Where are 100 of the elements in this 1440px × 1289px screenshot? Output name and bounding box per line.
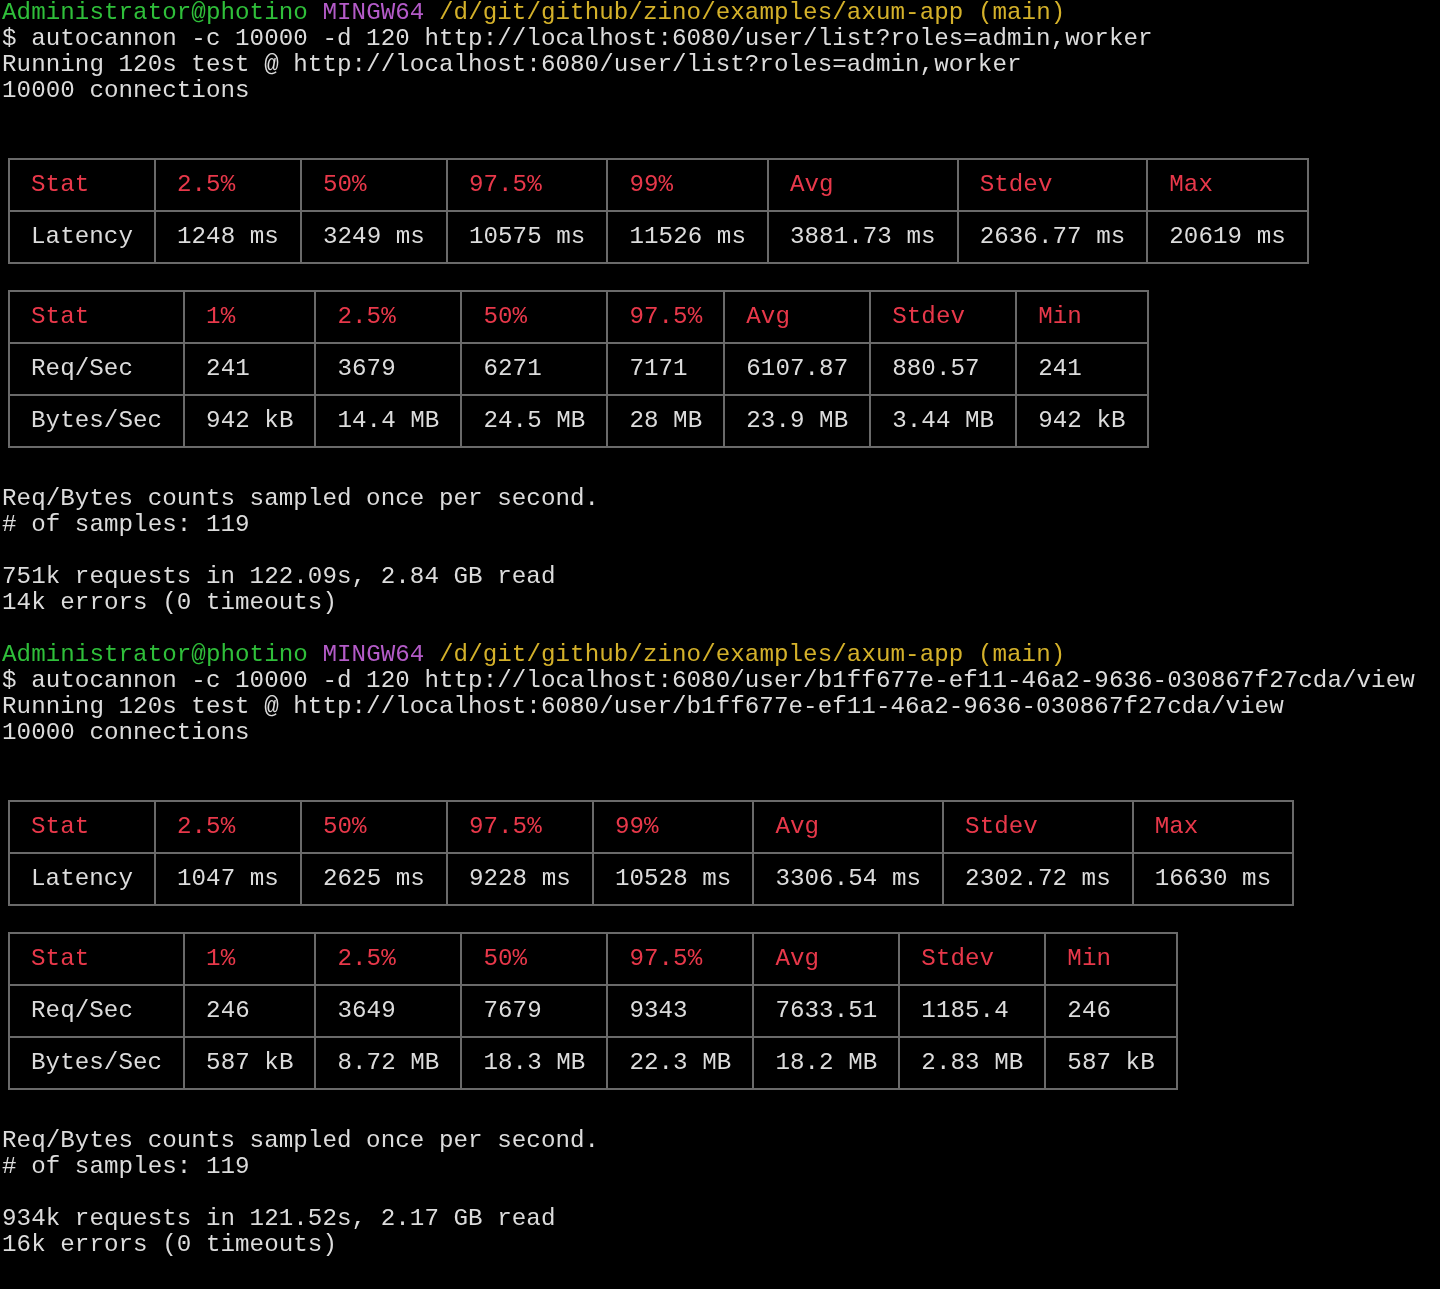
prompt-text: (main): [977, 0, 1066, 26]
table-cell: Latency: [9, 211, 155, 263]
header-cell: Min: [1045, 933, 1177, 985]
header-cell: 97.5%: [446, 801, 593, 853]
prompt-text: Administrator@photino: [2, 641, 308, 668]
header-cell: 1%: [184, 291, 316, 343]
header-cell: Avg: [753, 933, 900, 985]
prompt-text: MINGW64: [322, 0, 425, 26]
header-cell: Stat: [9, 291, 185, 343]
header-cell: 97.5%: [446, 159, 608, 211]
table-cell: 3.44 MB: [870, 395, 1017, 447]
header-cell: Max: [1132, 801, 1294, 853]
table-cell: Bytes/Sec: [9, 1037, 185, 1089]
header-cell: Stdev: [870, 291, 1017, 343]
output-line: 10000 connections: [2, 78, 251, 104]
header-cell: 97.5%: [607, 291, 725, 343]
header-cell: Min: [1016, 291, 1148, 343]
table-cell: 3306.54 ms: [753, 853, 944, 905]
header-cell: Stat: [9, 159, 155, 211]
header-cell: Stdev: [957, 159, 1148, 211]
output-line: Req/Bytes counts sampled once per second.: [2, 486, 601, 512]
table-cell: 9343: [607, 985, 754, 1037]
table-cell: 23.9 MB: [724, 395, 871, 447]
header-cell: 1%: [184, 933, 316, 985]
table-cell: 246: [184, 985, 316, 1037]
header-cell: 50%: [461, 933, 608, 985]
table-cell: 10528 ms: [592, 853, 754, 905]
header-cell: 97.5%: [607, 933, 754, 985]
output-line: 14k errors (0 timeouts): [2, 590, 338, 616]
header-cell: 2.5%: [154, 159, 301, 211]
header-cell: Avg: [767, 159, 958, 211]
table-cell: 3649: [315, 985, 462, 1037]
output-line: Req/Bytes counts sampled once per second.: [2, 1128, 601, 1154]
header-cell: Avg: [753, 801, 944, 853]
table-cell: 587 kB: [1045, 1037, 1177, 1089]
header-cell: Max: [1147, 159, 1308, 211]
table-cell: 241: [184, 343, 316, 395]
prompt-text: MINGW64: [322, 641, 425, 668]
output-line: Running 120s test @ http://localhost:6080/user/b1ff677e-ef11-46a2-9636-030867f27cda/view: [2, 694, 1285, 720]
table-cell: 2636.77 ms: [957, 211, 1148, 263]
command-line: $ autocannon -c 10000 -d 120 http://localhost:6080/user/list?roles=admin,worker: [2, 26, 1154, 52]
table-cell: 7633.51: [753, 985, 900, 1037]
header-cell: Stat: [9, 933, 185, 985]
table-cell: 16630 ms: [1132, 853, 1294, 905]
table-cell: 942 kB: [1016, 395, 1148, 447]
table-cell: 24.5 MB: [461, 395, 608, 447]
header-cell: 50%: [461, 291, 608, 343]
table-cell: 1248 ms: [154, 211, 301, 263]
table-cell: Bytes/Sec: [9, 395, 185, 447]
prompt-text: /d/git/github/zino/examples/axum-app: [439, 641, 964, 668]
table-cell: 1047 ms: [154, 853, 301, 905]
table-cell: Req/Sec: [9, 343, 185, 395]
prompt-text: (main): [977, 641, 1066, 668]
table-cell: 6107.87: [724, 343, 871, 395]
table-cell: 18.3 MB: [461, 1037, 608, 1089]
table-cell: 587 kB: [184, 1037, 316, 1089]
output-line: 10000 connections: [2, 720, 251, 746]
prompt-text: /d/git/github/zino/examples/axum-app: [439, 0, 964, 26]
output-line: 934k requests in 121.52s, 2.17 GB read: [2, 1206, 557, 1232]
table-cell: 7171: [607, 343, 725, 395]
output-line: # of samples: 119: [2, 512, 251, 538]
table-cell: 246: [1045, 985, 1177, 1037]
header-cell: 2.5%: [315, 291, 462, 343]
table-cell: 10575 ms: [446, 211, 608, 263]
table-cell: Latency: [9, 853, 155, 905]
table-cell: 9228 ms: [446, 853, 593, 905]
table-cell: 241: [1016, 343, 1148, 395]
header-cell: Stdev: [943, 801, 1133, 853]
table-cell: 3881.73 ms: [767, 211, 958, 263]
table-cell: 1185.4: [899, 985, 1046, 1037]
header-cell: 50%: [300, 159, 447, 211]
header-cell: Stat: [9, 801, 155, 853]
output-line: 16k errors (0 timeouts): [2, 1232, 338, 1258]
prompt-text: Administrator@photino: [2, 0, 308, 26]
table-cell: 6271: [461, 343, 608, 395]
table-cell: 2302.72 ms: [943, 853, 1133, 905]
table-cell: 2.83 MB: [899, 1037, 1046, 1089]
header-cell: Avg: [724, 291, 871, 343]
table-cell: 2625 ms: [300, 853, 447, 905]
header-cell: 99%: [592, 801, 754, 853]
output-line: # of samples: 119: [2, 1154, 251, 1180]
header-cell: 99%: [607, 159, 768, 211]
header-cell: 2.5%: [315, 933, 462, 985]
table-cell: 18.2 MB: [753, 1037, 900, 1089]
table-cell: 3249 ms: [300, 211, 447, 263]
table-cell: 942 kB: [184, 395, 316, 447]
output-line: 751k requests in 122.09s, 2.84 GB read: [2, 564, 557, 590]
header-cell: 2.5%: [154, 801, 301, 853]
header-cell: 50%: [300, 801, 447, 853]
table-cell: 22.3 MB: [607, 1037, 754, 1089]
table-cell: 11526 ms: [607, 211, 768, 263]
table-cell: 3679: [315, 343, 462, 395]
table-cell: 880.57: [870, 343, 1017, 395]
table-cell: 8.72 MB: [315, 1037, 462, 1089]
table-cell: 28 MB: [607, 395, 725, 447]
header-cell: Stdev: [899, 933, 1046, 985]
table-cell: 14.4 MB: [315, 395, 462, 447]
output-line: Running 120s test @ http://localhost:6080/user/list?roles=admin,worker: [2, 52, 1023, 78]
table-cell: 7679: [461, 985, 608, 1037]
table-cell: 20619 ms: [1147, 211, 1308, 263]
